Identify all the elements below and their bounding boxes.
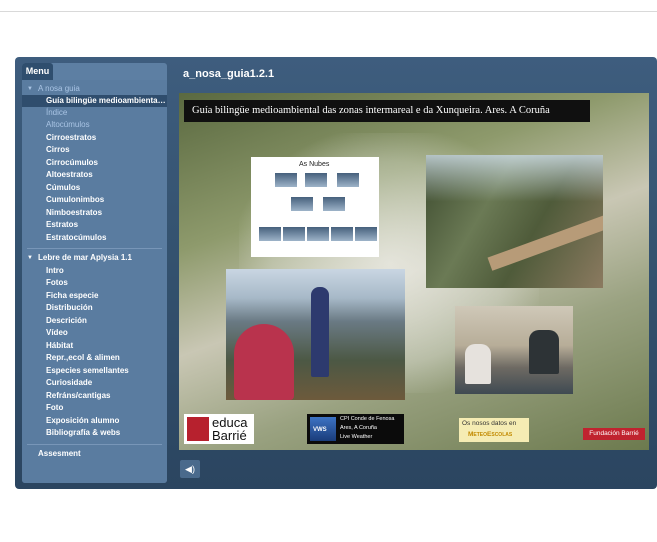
cloud-thumb (291, 197, 313, 211)
menu-tab[interactable]: Menu (22, 63, 53, 80)
menu-divider (27, 444, 162, 445)
menu-item-estratos[interactable]: Estratos (22, 219, 167, 231)
menu-item-guia-bilingue[interactable]: Guía bilingüe medioambiental ... (22, 95, 167, 107)
logo-square (187, 417, 209, 441)
menu-divider (27, 248, 162, 249)
logo-text: Barrié (212, 428, 247, 443)
triangle-down-icon: ▼ (27, 255, 33, 261)
educa-barrie-logo[interactable]: educa Barrié (184, 414, 254, 444)
menu-item-intro[interactable]: Intro (22, 265, 167, 277)
menu-item-video[interactable]: Vídeo (22, 327, 167, 339)
person-shape (311, 287, 329, 377)
boardwalk-photo (426, 155, 603, 288)
badge-line: Live Weather (340, 434, 373, 440)
clouds-chart-image: As Nubes (251, 157, 379, 257)
cloud-thumb (337, 173, 359, 187)
badge-line: Os nosos datos en (462, 420, 517, 427)
cloud-thumb (331, 227, 353, 241)
lab-photo (455, 306, 573, 394)
menu-item-habitat[interactable]: Hábitat (22, 340, 167, 352)
menu-item-cumulonimbos[interactable]: Cumulonimbos (22, 194, 167, 206)
sidebar-menu: Menu ▼ A nosa guia Guía bilingüe medioam… (22, 63, 167, 483)
menu-item-altoestratos[interactable]: Altoestratos (22, 169, 167, 181)
badge-line: CPI Conde de Fenosa (340, 416, 395, 422)
intertidal-photo (226, 269, 405, 400)
menu-item-refrans-cantigas[interactable]: Refráns/cantigas (22, 390, 167, 402)
menu-item-descricion[interactable]: Descrición (22, 315, 167, 327)
menu-item-estratocumulos[interactable]: Estratocúmulos (22, 232, 167, 244)
badge-line: MeteoEscolas (468, 431, 513, 438)
cloud-thumb (307, 227, 329, 241)
vws-mark: VWS (313, 427, 327, 433)
menu-item-especies-semellantes[interactable]: Especies semellantes (22, 365, 167, 377)
cloud-thumb (305, 173, 327, 187)
menu-item-distribucion[interactable]: Distribución (22, 302, 167, 314)
fundacion-barrie-logo[interactable]: Fundación Barrié (583, 428, 645, 440)
slide-canvas: Guía bilingüe medioambiental das zonas i… (179, 93, 649, 450)
cloud-thumb (323, 197, 345, 211)
person-shape (529, 330, 559, 374)
menu-item-indice[interactable]: Índice (22, 107, 167, 119)
menu-section-lebre-de-mar[interactable]: ▼ Lebre de mar Aplysia 1.1 (22, 252, 167, 264)
menu-item-curiosidade[interactable]: Curiosidade (22, 377, 167, 389)
slide-banner: Guía bilingüe medioambiental das zonas i… (184, 100, 590, 122)
menu-item-cirros[interactable]: Cirros (22, 144, 167, 156)
speaker-icon: ◀) (185, 464, 195, 474)
meteoescolas-badge[interactable]: Os nosos datos en MeteoEscolas (459, 418, 529, 442)
menu-item-exposicion-alumno[interactable]: Exposición alumno (22, 415, 167, 427)
menu-item-assesment[interactable]: Assesment (22, 448, 167, 460)
menu-item-fotos[interactable]: Fotos (22, 277, 167, 289)
menu-list: ▼ A nosa guia Guía bilingüe medioambient… (22, 80, 167, 483)
menu-item-cumulos[interactable]: Cúmulos (22, 182, 167, 194)
person-shape (465, 344, 491, 384)
menu-section-a-nosa-guia[interactable]: ▼ A nosa guia (22, 83, 167, 95)
course-player: Menu ▼ A nosa guia Guía bilingüe medioam… (15, 57, 657, 489)
triangle-down-icon: ▼ (27, 86, 33, 92)
boardwalk-shape (487, 213, 603, 271)
menu-item-cirrocumulos[interactable]: Cirrocúmulos (22, 157, 167, 169)
menu-item-cirroestratos[interactable]: Cirroestratos (22, 132, 167, 144)
cloud-thumb (355, 227, 377, 241)
menu-item-foto[interactable]: Foto (22, 402, 167, 414)
cloud-thumb (259, 227, 281, 241)
audio-button[interactable]: ◀) (180, 460, 200, 478)
clouds-title: As Nubes (299, 161, 330, 168)
badge-line: Ares, A Coruña (340, 425, 377, 431)
menu-item-altocumulos[interactable]: Altocúmulos (22, 119, 167, 131)
menu-item-nimboestratos[interactable]: Nimboestratos (22, 207, 167, 219)
weather-station-badge[interactable]: VWS CPI Conde de Fenosa Ares, A Coruña L… (307, 414, 404, 444)
slide-title: a_nosa_guia1.2.1 (183, 68, 275, 80)
menu-item-repr-ecol-alimen[interactable]: Repr.,ecol & alimen (22, 352, 167, 364)
cloud-thumb (275, 173, 297, 187)
menu-item-bibliografia-webs[interactable]: Bibliografía & webs (22, 427, 167, 439)
menu-item-ficha-especie[interactable]: Ficha especie (22, 290, 167, 302)
section-label: A nosa guia (38, 84, 80, 93)
top-divider (0, 11, 657, 12)
cloud-thumb (283, 227, 305, 241)
section-label: Lebre de mar Aplysia 1.1 (38, 253, 132, 262)
person-shape (234, 324, 294, 400)
